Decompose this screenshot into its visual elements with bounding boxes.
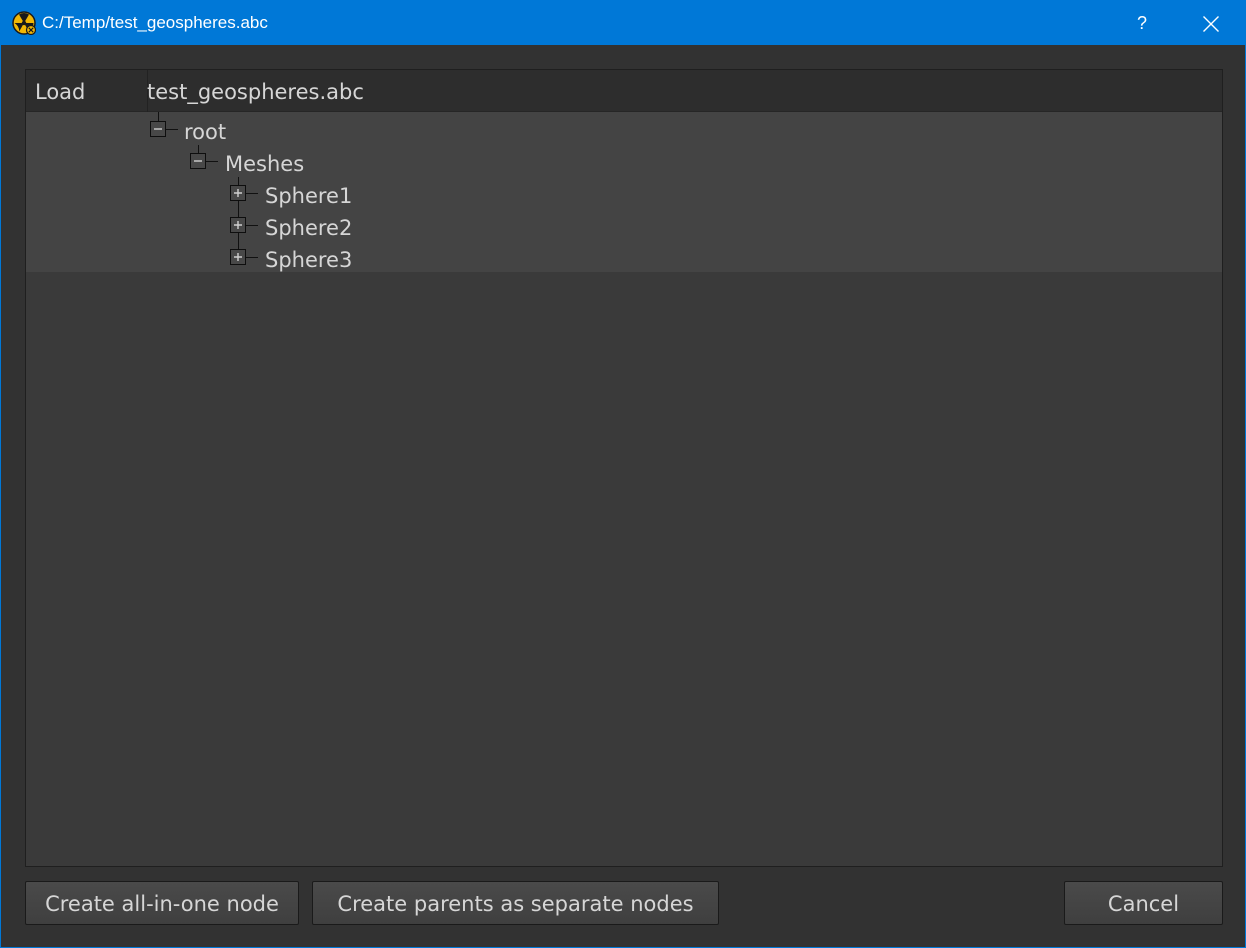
tree-rows: root Meshes Sphere1 Sphere2 Sphere3 [26, 112, 1222, 272]
window-title: C:/Temp/test_geospheres.abc [42, 13, 268, 32]
cancel-button[interactable]: Cancel [1064, 881, 1223, 925]
create-parents-separate-button[interactable]: Create parents as separate nodes [312, 881, 719, 925]
tree-node-label: Meshes [225, 152, 305, 176]
tree-node-label: root [184, 120, 227, 144]
minus-icon [194, 160, 202, 162]
collapse-toggle[interactable] [190, 153, 206, 169]
column-header-load[interactable]: Load [26, 70, 148, 112]
plus-icon [234, 189, 242, 197]
dialog-window: C:/Temp/test_geospheres.abc ? Load test_… [0, 0, 1246, 948]
title-bar[interactable]: C:/Temp/test_geospheres.abc ? [1, 1, 1245, 45]
tree-row-sphere1[interactable]: Sphere1 [26, 178, 1222, 210]
tree-node-label: Sphere1 [265, 184, 353, 208]
nuke-radiation-icon [12, 11, 37, 36]
tree-row-meshes[interactable]: Meshes [26, 146, 1222, 178]
close-button[interactable] [1187, 1, 1233, 45]
tree-header: Load test_geospheres.abc [26, 70, 1222, 112]
tree-row-sphere3[interactable]: Sphere3 [26, 242, 1222, 274]
plus-icon [234, 253, 242, 261]
tree-row-sphere2[interactable]: Sphere2 [26, 210, 1222, 242]
help-button[interactable]: ? [1119, 1, 1165, 45]
collapse-toggle[interactable] [150, 121, 166, 137]
expand-toggle[interactable] [230, 217, 246, 233]
create-all-in-one-button[interactable]: Create all-in-one node [25, 881, 299, 925]
expand-toggle[interactable] [230, 249, 246, 265]
tree-row-root[interactable]: root [26, 114, 1222, 146]
column-header-file[interactable]: test_geospheres.abc [147, 70, 364, 112]
scene-tree[interactable]: Load test_geospheres.abc root Meshes Sph… [25, 69, 1223, 867]
plus-icon [234, 221, 242, 229]
tree-node-label: Sphere3 [265, 248, 353, 272]
expand-toggle[interactable] [230, 185, 246, 201]
close-icon [1203, 16, 1219, 32]
tree-node-label: Sphere2 [265, 216, 353, 240]
dialog-content: Load test_geospheres.abc root Meshes Sph… [1, 45, 1245, 947]
minus-icon [154, 128, 162, 130]
